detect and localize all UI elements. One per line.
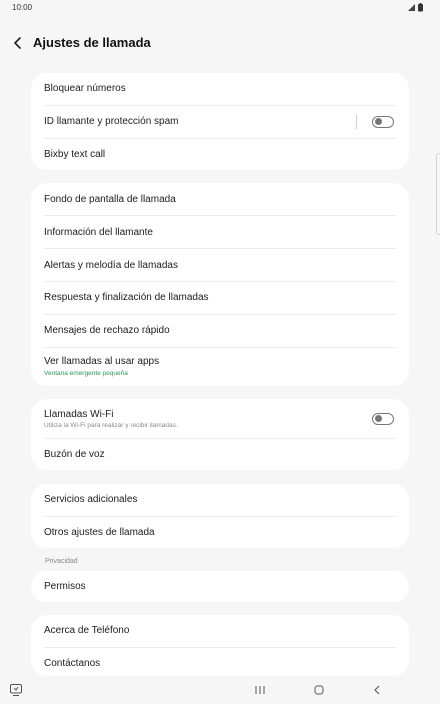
list-item-label: Fondo de pantalla de llamada	[44, 194, 176, 205]
list-item-label: Buzón de voz	[44, 449, 105, 460]
status-bar: 10:00	[0, 0, 440, 16]
list-item-label: Permisos	[44, 581, 86, 592]
list-item-label: ID llamante y protección spam	[44, 116, 179, 127]
list-item-informacion-llamante[interactable]: Información del llamante	[44, 216, 396, 248]
wifi-calling-toggle[interactable]	[372, 413, 394, 425]
status-time: 10:00	[12, 3, 33, 12]
list-item-label: Llamadas Wi-Fi	[44, 409, 114, 420]
list-item-sublabel: Ventana emergente pequeña	[44, 370, 128, 377]
signal-icon	[408, 4, 415, 11]
settings-card-blocking: Bloquear números ID llamante y protecció…	[31, 73, 409, 170]
chevron-left-icon[interactable]	[8, 33, 28, 53]
section-label-privacidad: Privacidad	[45, 558, 78, 565]
status-icons	[408, 3, 423, 12]
list-item-label: Contáctanos	[44, 658, 101, 669]
list-item-alertas-melodia[interactable]: Alertas y melodía de llamadas	[44, 249, 396, 281]
back-icon[interactable]	[370, 684, 384, 696]
spam-protection-toggle[interactable]	[372, 116, 394, 128]
list-item-label: Bloquear números	[44, 83, 126, 94]
list-item-fondo-pantalla[interactable]: Fondo de pantalla de llamada	[44, 183, 396, 215]
list-item-label: Información del llamante	[44, 227, 153, 238]
list-item-label: Ver llamadas al usar apps	[44, 356, 160, 367]
battery-icon	[418, 3, 423, 12]
app-header: Ajustes de llamada	[0, 28, 440, 58]
list-item-label: Acerca de Teléfono	[44, 625, 130, 636]
settings-card-wifi-voicemail: Llamadas Wi-Fi Utiliza la Wi-Fi para rea…	[31, 399, 409, 470]
settings-card-privacy: Permisos	[31, 571, 409, 602]
list-item-bixby-text-call[interactable]: Bixby text call	[44, 139, 396, 170]
list-item-contactanos[interactable]: Contáctanos	[44, 648, 396, 676]
home-icon[interactable]	[312, 684, 326, 696]
list-item-llamadas-wifi[interactable]: Llamadas Wi-Fi Utiliza la Wi-Fi para rea…	[44, 399, 396, 437]
page-title: Ajustes de llamada	[33, 35, 151, 50]
list-item-buzon-voz[interactable]: Buzón de voz	[44, 439, 396, 470]
recent-apps-icon[interactable]	[253, 684, 267, 696]
settings-card-call-display: Fondo de pantalla de llamada Información…	[31, 183, 409, 386]
list-item-otros-ajustes[interactable]: Otros ajustes de llamada	[44, 517, 396, 548]
list-item-label: Mensajes de rechazo rápido	[44, 325, 170, 336]
list-item-bloquear-numeros[interactable]: Bloquear números	[44, 73, 396, 105]
list-item-label: Respuesta y finalización de llamadas	[44, 292, 209, 303]
list-item-permisos[interactable]: Permisos	[44, 571, 396, 602]
list-item-id-llamante[interactable]: ID llamante y protección spam	[44, 106, 396, 138]
list-item-mensajes-rechazo[interactable]: Mensajes de rechazo rápido	[44, 315, 396, 347]
list-item-servicios-adicionales[interactable]: Servicios adicionales	[44, 484, 396, 516]
edge-panel-handle[interactable]	[436, 153, 440, 235]
list-item-ver-llamadas-apps[interactable]: Ver llamadas al usar apps Ventana emerge…	[44, 348, 396, 386]
navigation-bar	[0, 678, 440, 704]
settings-card-about: Acerca de Teléfono Contáctanos	[31, 615, 409, 676]
list-item-label: Servicios adicionales	[44, 494, 138, 505]
list-item-respuesta-finalizacion[interactable]: Respuesta y finalización de llamadas	[44, 282, 396, 314]
list-item-acerca-telefono[interactable]: Acerca de Teléfono	[44, 615, 396, 647]
list-item-sublabel: Utiliza la Wi-Fi para realizar y recibir…	[44, 422, 178, 429]
list-item-label: Bixby text call	[44, 149, 106, 160]
list-item-label: Alertas y melodía de llamadas	[44, 260, 178, 271]
list-item-label: Otros ajustes de llamada	[44, 527, 155, 538]
screenshot-keyboard-icon[interactable]	[9, 683, 23, 697]
toggle-separator	[356, 115, 357, 129]
settings-card-additional: Servicios adicionales Otros ajustes de l…	[31, 484, 409, 548]
